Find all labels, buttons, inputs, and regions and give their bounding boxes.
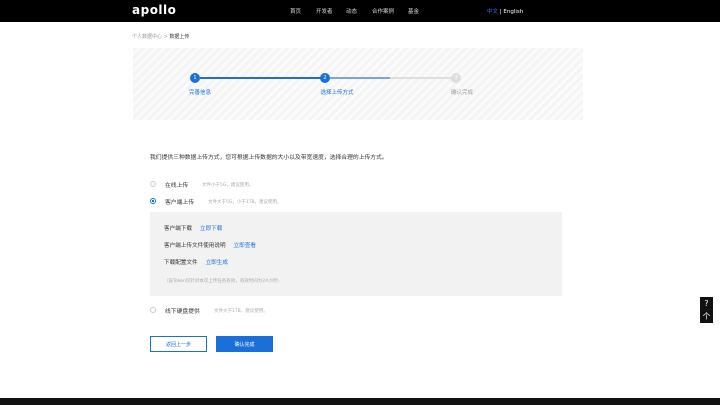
step-3-circle: 3: [451, 73, 461, 83]
breadcrumb: 个人数据中心 > 数据上传: [132, 33, 189, 40]
help-icon[interactable]: ?: [700, 297, 713, 310]
radio-online-upload[interactable]: [150, 181, 156, 187]
nav-item-cases[interactable]: 合作案例: [372, 7, 394, 15]
breadcrumb-current: 数据上传: [169, 34, 190, 40]
option-client-label[interactable]: 客户端上传: [165, 197, 194, 206]
apollo-logo[interactable]: apollo: [132, 3, 176, 17]
option-online-label[interactable]: 在线上传: [165, 180, 188, 189]
row-label: 客户端下载: [164, 226, 192, 232]
step-2-circle: 2: [320, 73, 330, 83]
step-1-label: 完善信息: [188, 90, 212, 96]
download-now-link[interactable]: 立即下载: [200, 226, 222, 232]
nav-item-developer[interactable]: 开发者: [316, 7, 333, 15]
client-guide-row: 客户端上传文件使用说明 立即查看: [164, 241, 256, 249]
step-line-progress: [330, 77, 390, 79]
option-offline-label[interactable]: 线下硬盘提供: [165, 306, 200, 315]
radio-offline-disk[interactable]: [150, 307, 156, 313]
confirm-button[interactable]: 确认完成: [216, 336, 273, 352]
lang-en[interactable]: English: [503, 9, 523, 15]
breadcrumb-parent[interactable]: 个人数据中心: [132, 34, 162, 40]
row-label: 客户端上传文件使用说明: [164, 243, 226, 249]
option-client-hint: 文件大于5G，小于1TB，建议使用。: [208, 200, 282, 205]
steps-banner: [133, 48, 583, 120]
lang-cn[interactable]: 中文: [487, 9, 498, 15]
row-label: 下载配置文件: [164, 260, 198, 266]
token-note: （该Token仅针对本次上传任务有效，有效时间为24小时）: [164, 279, 282, 284]
generate-now-link[interactable]: 立即生成: [206, 260, 228, 266]
step-1-circle: 1: [190, 73, 200, 83]
step-line-pending: [390, 77, 456, 79]
option-online-hint: 文件小于5G，建议使用。: [202, 183, 254, 188]
nav-item-home[interactable]: 首页: [290, 7, 301, 15]
footer: [0, 398, 720, 405]
step-2-label: 选择上传方式: [320, 90, 354, 96]
config-file-row: 下载配置文件 立即生成: [164, 258, 228, 266]
intro-text: 我们提供三种数据上传方式，您可根据上传数据的大小以及带宽速度，选择合理的上传方式…: [150, 155, 388, 161]
radio-client-upload[interactable]: [150, 198, 156, 204]
client-download-row: 客户端下载 立即下载: [164, 224, 222, 232]
back-button[interactable]: 返回上一步: [150, 336, 207, 352]
option-offline-hint: 文件大于1TB，建议使用。: [214, 309, 268, 314]
nav-item-fund[interactable]: 基金: [408, 7, 419, 15]
step-3-label: 确认完成: [450, 90, 474, 96]
back-to-top-icon[interactable]: 个: [700, 310, 713, 323]
top-navbar: apollo 首页 开发者 动态 合作案例 基金 中文 | English: [0, 0, 720, 22]
nav-item-news[interactable]: 动态: [346, 7, 357, 15]
language-switch: 中文 | English: [487, 7, 523, 15]
view-now-link[interactable]: 立即查看: [234, 243, 256, 249]
step-line-done: [200, 77, 325, 79]
